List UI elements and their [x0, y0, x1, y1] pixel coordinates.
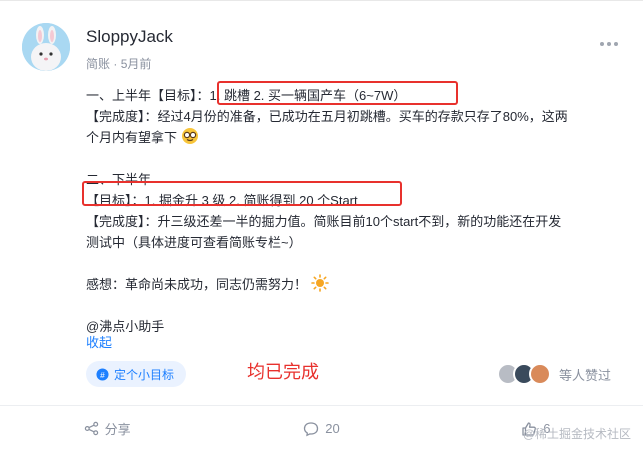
- content-line-3-text: 个月内有望拿下: [86, 130, 178, 145]
- highlight-box-first-goal: [217, 81, 458, 105]
- likers-text: 等人赞过: [559, 367, 612, 383]
- comment-button[interactable]: 20: [214, 406, 428, 451]
- content-line-2: 【完成度】：经过4月份的准备，已成功在五月初跳槽。买车的存款只存了80%，这两: [86, 109, 568, 124]
- post-content: 一、上半年【目标】：1. 跳槽 2. 买一辆国产车（6~7W） 【完成度】：经过…: [86, 85, 626, 337]
- mention-link[interactable]: @沸点小助手: [86, 316, 626, 337]
- content-gap: [86, 148, 626, 169]
- post-source[interactable]: 简账: [86, 57, 110, 71]
- topic-label: 定个小目标: [114, 367, 175, 382]
- share-button[interactable]: 分享: [0, 406, 214, 451]
- share-label: 分享: [104, 422, 131, 437]
- content-line-3: 个月内有望拿下: [86, 127, 626, 148]
- avatar[interactable]: [22, 23, 70, 71]
- likers[interactable]: 等人赞过: [497, 363, 611, 385]
- topic-tag[interactable]: # 定个小目标: [86, 361, 187, 387]
- content-line-8: 感想：革命尚未成功，同志仍需努力！: [86, 274, 626, 295]
- post-meta: 简账 · 5月前: [86, 55, 151, 72]
- content-line-7: 测试中（具体进度可查看简账专栏~）: [86, 235, 302, 250]
- watermark: @稀土掘金技术社区: [522, 427, 631, 441]
- comment-icon: [304, 421, 319, 436]
- share-icon: [84, 421, 98, 436]
- more-icon[interactable]: [599, 41, 619, 47]
- username[interactable]: SloppyJack: [86, 27, 173, 47]
- collapse-button[interactable]: 收起: [86, 332, 112, 351]
- first-half-label: 一、上半年【目标】：: [86, 88, 210, 103]
- content-gap: [86, 295, 626, 316]
- topic-icon: #: [96, 367, 109, 381]
- emoji-nerd-icon: [181, 128, 198, 144]
- post-time: 5月前: [120, 57, 152, 71]
- avatar-rabbit-image: [22, 23, 70, 71]
- post-card: SloppyJack 简账 · 5月前 一、上半年【目标】：1. 跳槽 2. 买…: [0, 0, 643, 454]
- svg-text:#: #: [100, 369, 105, 379]
- annotation-text: 均已完成: [247, 362, 319, 382]
- content-line-8-text: 感想：革命尚未成功，同志仍需努力！: [86, 277, 308, 292]
- content-line-6: 【完成度】：升三级还差一半的掘力值。简账目前10个start不到，新的功能还在开…: [86, 214, 562, 229]
- sun-icon: [310, 274, 329, 292]
- meta-separator: ·: [113, 57, 121, 71]
- content-gap: [86, 253, 626, 274]
- highlight-box-second-goal: [82, 181, 402, 206]
- comment-count: 20: [325, 421, 340, 436]
- liker-avatar: [529, 363, 551, 385]
